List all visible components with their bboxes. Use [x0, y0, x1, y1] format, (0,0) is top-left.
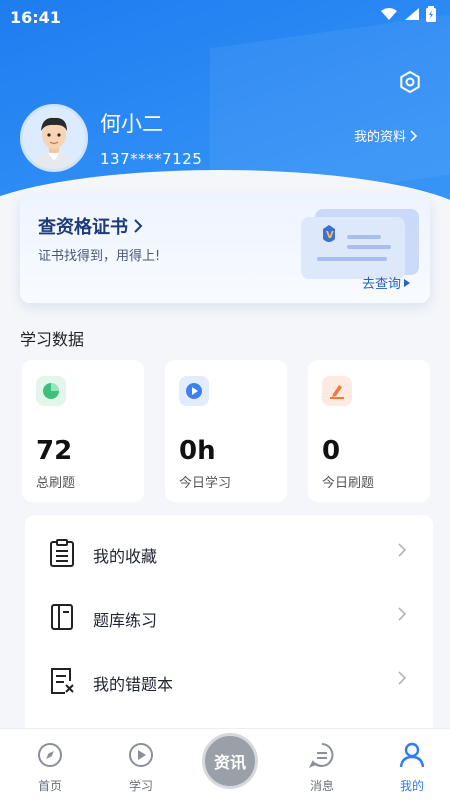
play-icon [129, 743, 153, 767]
stat-value: 72 [36, 436, 73, 466]
stat-label: 今日刷题 [322, 476, 375, 491]
my-profile-label: 我的资料 [353, 130, 406, 145]
message-icon [308, 743, 334, 768]
certificate-query-button[interactable]: 去查询 [362, 273, 410, 292]
notebook-icon [51, 604, 73, 630]
pie-chart-icon [36, 376, 66, 406]
certificate-subtitle: 证书找得到，用得上! [38, 249, 161, 264]
avatar-image [23, 107, 85, 169]
user-phone: 137****7125 [100, 150, 203, 168]
menu-list: 我的收藏 题库练习 我的错题本 [25, 515, 433, 735]
certificate-illustration: V [301, 209, 419, 279]
status-bar: 16:41 [0, 0, 450, 36]
certificate-query-label: 去查询 [361, 277, 401, 292]
stat-card-today-questions[interactable]: 0 今日刷题 [308, 360, 430, 502]
chevron-right-icon [134, 219, 143, 233]
menu-item-label: 我的收藏 [93, 547, 158, 566]
chevron-right-icon [398, 543, 407, 557]
person-icon [399, 742, 425, 768]
edit-icon [322, 376, 352, 406]
battery-icon [426, 6, 436, 22]
status-time: 16:41 [10, 8, 61, 27]
menu-item-question-bank[interactable]: 题库练习 [25, 583, 433, 647]
signal-icon [405, 8, 419, 20]
play-circle-icon [179, 376, 209, 406]
stat-label: 总刷题 [36, 476, 76, 491]
tab-label: 学习 [128, 779, 153, 793]
stat-card-total-questions[interactable]: 72 总刷题 [22, 360, 144, 502]
wrong-note-icon [51, 668, 74, 694]
stat-card-today-study[interactable]: 0h 今日学习 [165, 360, 287, 502]
compass-icon [38, 743, 62, 767]
menu-item-wrong-questions[interactable]: 我的错题本 [25, 647, 433, 711]
tab-label: 首页 [37, 779, 62, 793]
stat-value: 0h [179, 436, 216, 466]
certificate-title-row: 查资格证书 [38, 213, 143, 239]
certificate-card[interactable]: 查资格证书 证书找得到，用得上! V 去查询 [20, 195, 430, 303]
stat-value: 0 [322, 436, 341, 466]
tab-label: 消息 [309, 779, 334, 793]
my-profile-link[interactable]: 我的资料 [354, 126, 418, 145]
stat-label: 今日学习 [179, 476, 232, 491]
tab-messages[interactable]: 消息 [292, 737, 352, 797]
chevron-right-icon [410, 129, 418, 142]
tab-mine[interactable]: 我的 [382, 737, 442, 797]
tab-news-center-button[interactable]: 资讯 [202, 733, 258, 789]
chevron-right-icon [398, 607, 407, 621]
user-name: 何小二 [100, 112, 163, 136]
menu-item-label: 我的错题本 [93, 675, 174, 694]
tab-label: 我的 [399, 779, 424, 793]
chevron-right-icon [398, 671, 407, 685]
menu-item-favorites[interactable]: 我的收藏 [25, 519, 433, 583]
clipboard-list-icon [50, 539, 74, 567]
center-button-label: 资讯 [213, 753, 246, 772]
wifi-icon [381, 8, 397, 20]
study-data-title: 学习数据 [20, 330, 85, 349]
tab-study[interactable]: 学习 [111, 737, 171, 797]
menu-item-label: 题库练习 [93, 611, 158, 630]
triangle-right-icon [404, 278, 410, 287]
svg-text:V: V [326, 230, 334, 241]
settings-icon[interactable] [398, 70, 422, 94]
tab-home[interactable]: 首页 [20, 737, 80, 797]
certificate-title: 查资格证书 [38, 217, 128, 238]
avatar[interactable] [20, 104, 88, 172]
